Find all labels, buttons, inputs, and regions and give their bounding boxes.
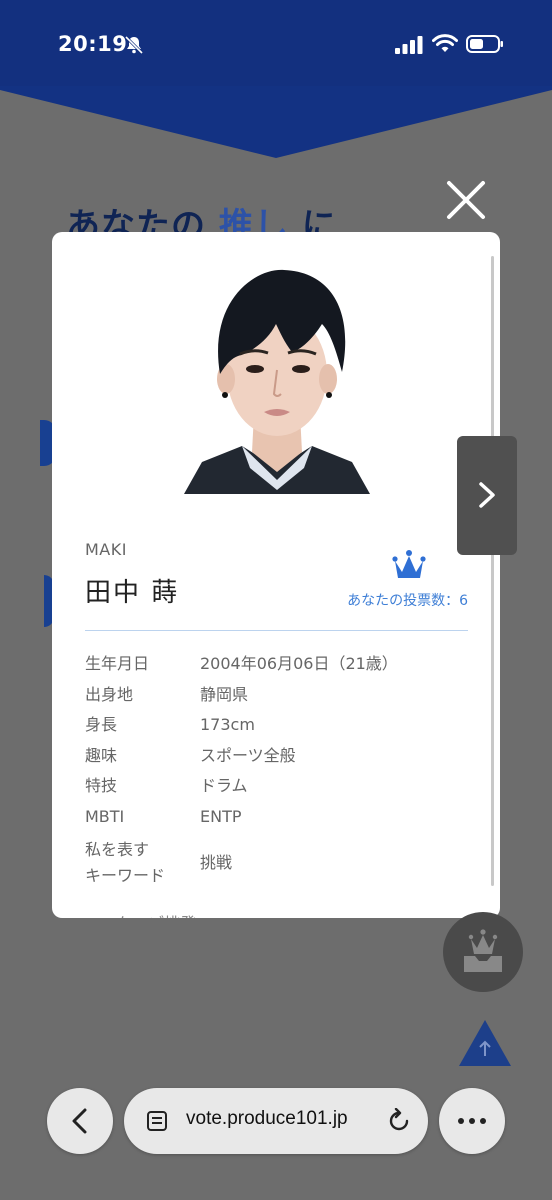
next-trainee-button[interactable] [457, 436, 517, 555]
status-time: 20:19 [58, 32, 128, 56]
cellular-signal-icon [395, 36, 423, 54]
profile-value: 173cm [200, 715, 255, 734]
vote-fab-button[interactable] [443, 912, 523, 992]
profile-value: 2004年06月06日（21歳） [200, 654, 398, 673]
status-bar: 20:19 [0, 0, 552, 88]
profile-value: 静岡県 [200, 684, 249, 704]
profile-row-hobby: 趣味 スポーツ全般 [85, 746, 465, 766]
crown-icon [392, 550, 426, 578]
browser-address-bar[interactable]: vote.produce101.jp [124, 1088, 428, 1154]
vote-count-value: 6 [459, 593, 468, 609]
profile-next-section: ニーケーズ挑発 [85, 910, 196, 918]
profile-key: 生年月日 [85, 654, 150, 673]
profile-row-birthdate: 生年月日 2004年06月06日（21歳） [85, 654, 465, 674]
profile-key: 私を表す キーワード [85, 837, 200, 889]
profile-row-skill: 特技 ドラム [85, 776, 465, 796]
your-vote-count: あなたの投票数：6 [347, 590, 468, 610]
profile-value: スポーツ全般 [200, 745, 296, 765]
bell-muted-icon [124, 35, 144, 55]
page-menu-icon [147, 1111, 167, 1131]
profile-key: MBTI [85, 806, 125, 826]
profile-value: ドラム [200, 776, 248, 795]
divider [85, 630, 468, 631]
header-chevron-banner [0, 86, 552, 158]
profile-value: 挑戦 [200, 853, 233, 872]
profile-key: 身長 [85, 715, 118, 734]
profile-modal: MAKI 田中 蒔 あなたの投票数：6 生年月日 2004年06月06日（21歳… [52, 232, 500, 918]
profile-row-hometown: 出身地 静岡県 [85, 685, 465, 705]
modal-scrollbar[interactable] [491, 256, 494, 886]
close-icon[interactable] [444, 178, 488, 222]
battery-icon [466, 35, 503, 53]
profile-value: ENTP [200, 806, 242, 826]
profile-table: 生年月日 2004年06月06日（21歳） 出身地 静岡県 身長 173cm 趣… [85, 654, 465, 900]
profile-key: 出身地 [85, 684, 134, 704]
more-dots-icon [458, 1118, 486, 1124]
trainee-portrait [184, 269, 370, 494]
profile-row-height: 身長 173cm [85, 715, 465, 735]
reload-icon[interactable] [386, 1108, 412, 1134]
browser-more-button[interactable] [439, 1088, 505, 1154]
chevron-right-icon [479, 482, 495, 508]
wifi-icon [432, 34, 458, 52]
browser-url: vote.produce101.jp [186, 1108, 348, 1129]
browser-back-button[interactable] [47, 1088, 113, 1154]
profile-key: 特技 [85, 776, 118, 795]
vote-count-label: あなたの投票数： [347, 593, 460, 609]
profile-key: 趣味 [85, 745, 118, 765]
scroll-top-button[interactable] [459, 1020, 511, 1066]
profile-key-line: キーワード [85, 866, 166, 885]
trainee-name-latin: MAKI [85, 540, 127, 559]
profile-row-mbti: MBTI ENTP [85, 807, 465, 827]
crown-ballot-icon [464, 929, 502, 972]
trainee-name: 田中 蒔 [85, 578, 180, 608]
profile-row-keyword: 私を表す キーワード 挑戦 [85, 837, 465, 889]
chevron-left-icon [72, 1108, 87, 1134]
profile-key-line: 私を表す [85, 840, 150, 859]
